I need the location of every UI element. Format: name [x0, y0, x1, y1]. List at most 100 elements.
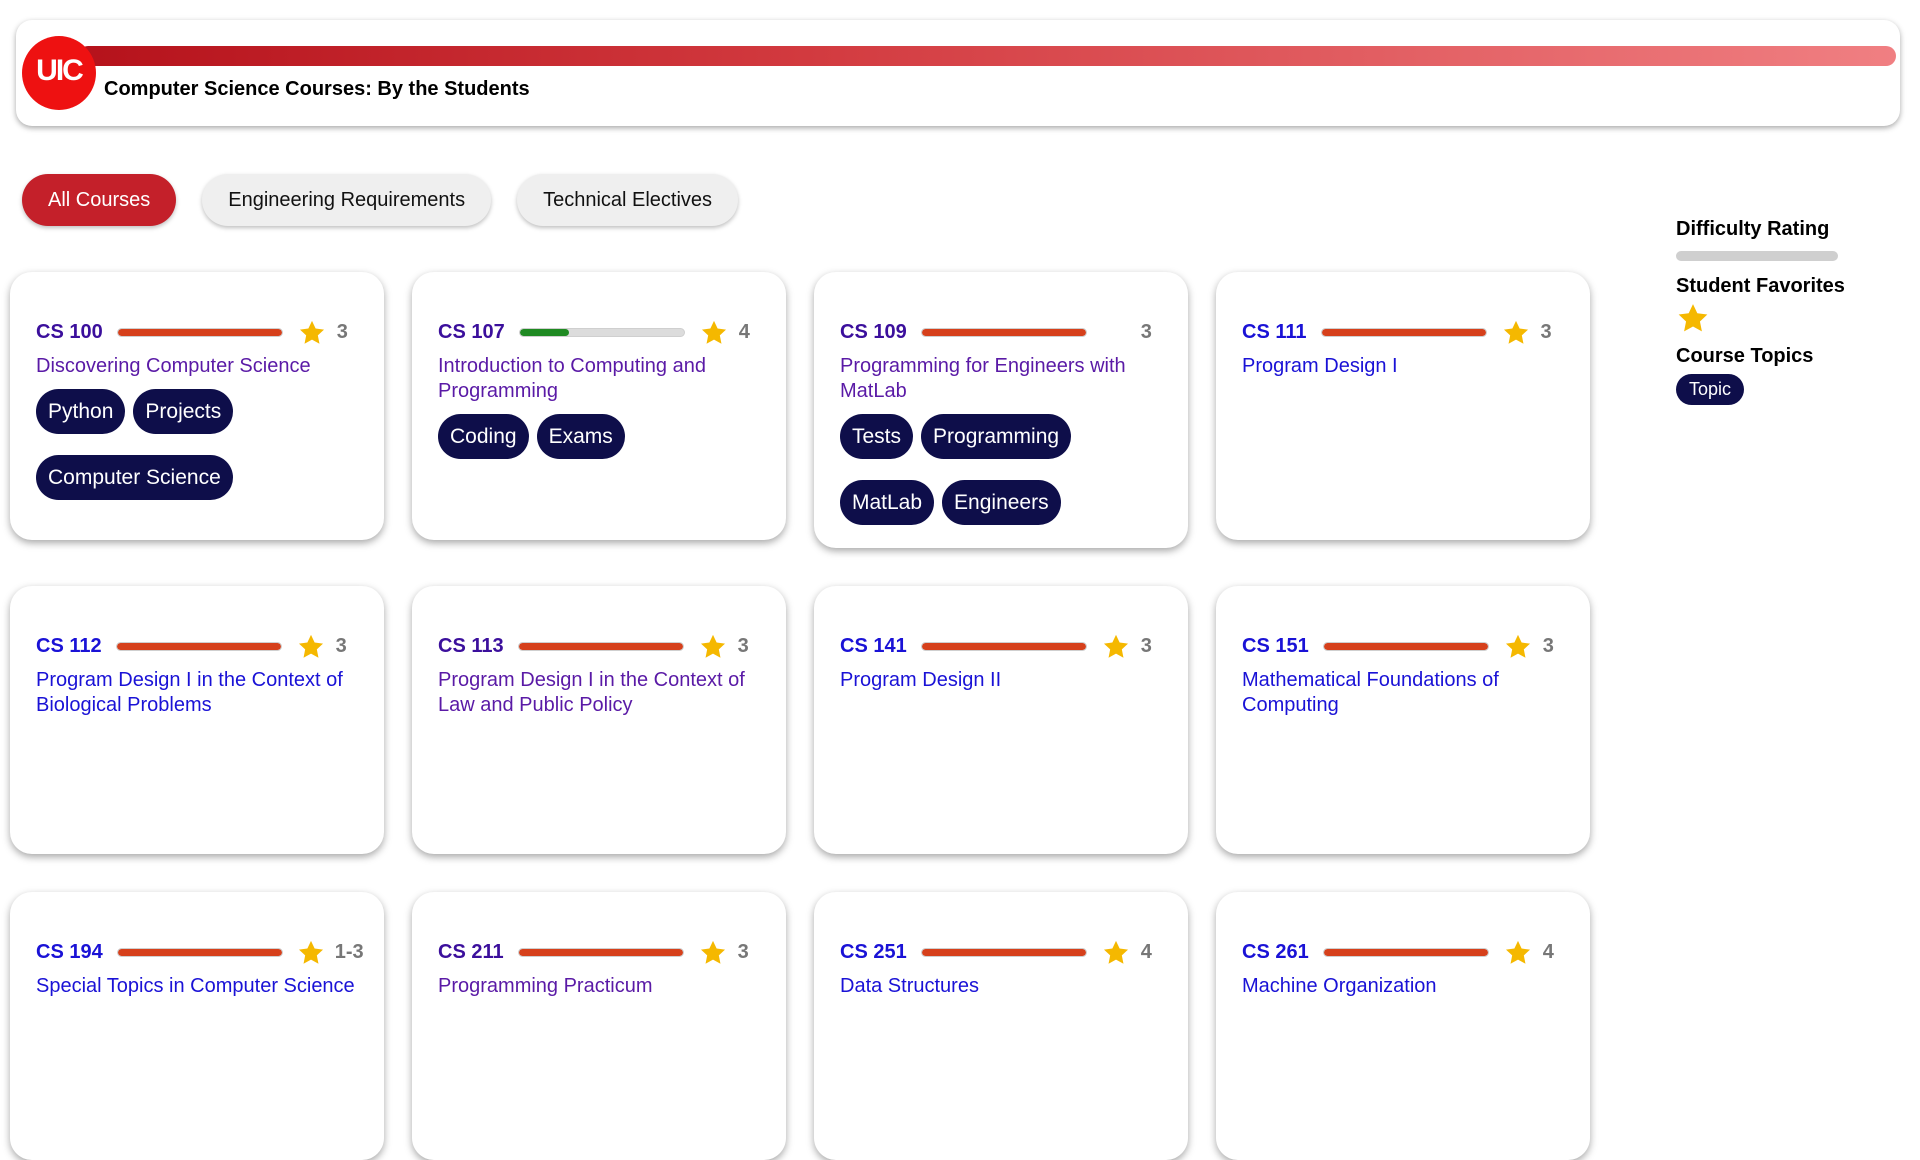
course-name-link[interactable]: Program Design I in the Context of Biolo…	[36, 668, 358, 718]
course-card[interactable]: CS 151 3 Mathematical Foundations of Compu…	[1216, 586, 1590, 854]
course-card[interactable]: CS 100 3 Discovering Computer Science Pytho…	[10, 272, 384, 540]
star-icon	[1101, 938, 1131, 966]
header-gradient-bar	[78, 46, 1896, 66]
course-name-link[interactable]: Data Structures	[840, 974, 1162, 999]
course-rating: 1-3	[334, 940, 364, 963]
course-card-header: CS 113 3	[438, 632, 760, 660]
difficulty-bar	[1322, 641, 1489, 651]
course-code[interactable]: CS 109	[840, 321, 907, 344]
course-topics: Python Projects Computer Science	[36, 389, 358, 500]
course-name-link[interactable]: Special Topics in Computer Science	[36, 974, 358, 999]
star-icon	[698, 938, 728, 966]
star-icon	[1101, 632, 1131, 660]
course-code[interactable]: CS 194	[36, 941, 103, 964]
course-card[interactable]: CS 194 1-3 Special Topics in Computer Scie…	[10, 892, 384, 1160]
difficulty-bar	[920, 327, 1087, 337]
course-code[interactable]: CS 261	[1242, 941, 1309, 964]
topic-chip: Computer Science	[36, 455, 233, 500]
difficulty-bar	[115, 641, 282, 651]
course-card-header: CS 261 4	[1242, 938, 1564, 966]
difficulty-bar-fill	[1323, 948, 1488, 956]
course-rating: 3	[1140, 634, 1152, 657]
course-card-header: CS 194 1-3	[36, 938, 364, 966]
star-icon	[296, 632, 326, 660]
course-topics: Coding Exams	[438, 414, 760, 459]
topic-chip: Projects	[133, 389, 234, 434]
star-icon	[297, 318, 327, 346]
difficulty-bar	[1322, 947, 1489, 957]
topic-chip: Tests	[840, 414, 914, 459]
course-code[interactable]: CS 112	[36, 635, 102, 658]
course-name-link[interactable]: Program Design I in the Context of Law a…	[438, 668, 760, 718]
course-card[interactable]: CS 113 3 Program Design I in the Context o…	[412, 586, 786, 854]
difficulty-bar	[1320, 327, 1487, 337]
course-card[interactable]: CS 141 3 Program Design II	[814, 586, 1188, 854]
topic-chip: MatLab	[840, 480, 935, 525]
course-card[interactable]: CS 211 3 Programming Practicum	[412, 892, 786, 1160]
course-name-link[interactable]: Program Design II	[840, 668, 1162, 693]
course-rating: 3	[1140, 320, 1152, 343]
course-code[interactable]: CS 211	[438, 941, 504, 964]
difficulty-bar-fill	[1321, 328, 1486, 336]
course-card-header: CS 112 3	[36, 632, 358, 660]
topic-chip: Exams	[536, 414, 625, 459]
course-filter-tabs: All Courses Engineering Requirements Tec…	[22, 174, 739, 226]
difficulty-bar-fill	[921, 948, 1086, 956]
page-title: Computer Science Courses: By the Student…	[104, 78, 530, 100]
course-card-header: CS 251 4	[840, 938, 1162, 966]
course-card[interactable]: CS 111 3 Program Design I	[1216, 272, 1590, 540]
star-placeholder	[1101, 318, 1131, 346]
course-card[interactable]: CS 261 4 Machine Organization	[1216, 892, 1590, 1160]
course-code[interactable]: CS 113	[438, 635, 504, 658]
course-code[interactable]: CS 111	[1242, 321, 1307, 344]
course-code[interactable]: CS 251	[840, 941, 907, 964]
course-name-link[interactable]: Mathematical Foundations of Computing	[1242, 668, 1564, 718]
difficulty-bar	[517, 947, 684, 957]
course-rating: 3	[737, 634, 749, 657]
course-card[interactable]: CS 109 3 Programming for Engineers with Ma…	[814, 272, 1188, 548]
difficulty-bar	[116, 947, 283, 957]
legend: Difficulty Rating Student Favorites Cour…	[1676, 218, 1896, 405]
topic-chip: Programming	[921, 414, 1072, 459]
difficulty-bar	[116, 327, 283, 337]
course-code[interactable]: CS 100	[36, 321, 103, 344]
difficulty-bar-fill	[518, 948, 683, 956]
uic-logo[interactable]: UIC	[22, 36, 96, 110]
course-name-link[interactable]: Introduction to Computing and Programmin…	[438, 354, 760, 404]
tab-engineering-requirements[interactable]: Engineering Requirements	[202, 174, 492, 226]
course-code[interactable]: CS 107	[438, 321, 505, 344]
difficulty-bar	[518, 327, 685, 337]
course-card-header: CS 211 3	[438, 938, 760, 966]
legend-topic-chip: Topic	[1676, 374, 1745, 405]
topic-chip: Python	[36, 389, 126, 434]
difficulty-bar-fill	[921, 328, 1086, 336]
course-card-header: CS 141 3	[840, 632, 1162, 660]
course-code[interactable]: CS 141	[840, 635, 907, 658]
legend-difficulty-heading: Difficulty Rating	[1676, 218, 1830, 240]
difficulty-bar-fill	[117, 948, 282, 956]
course-rating: 3	[335, 634, 347, 657]
course-card[interactable]: CS 107 4 Introduction to Computing and Pro…	[412, 272, 786, 540]
course-name-link[interactable]: Programming for Engineers with MatLab	[840, 354, 1162, 404]
star-icon	[1676, 302, 1896, 339]
course-name-link[interactable]: Programming Practicum	[438, 974, 760, 999]
topic-chip: Coding	[438, 414, 529, 459]
tab-technical-electives[interactable]: Technical Electives	[517, 174, 739, 226]
difficulty-bar-fill	[518, 642, 683, 650]
difficulty-bar	[920, 947, 1087, 957]
course-rating: 4	[738, 320, 750, 343]
course-card[interactable]: CS 112 3 Program Design I in the Context o…	[10, 586, 384, 854]
course-name-link[interactable]: Machine Organization	[1242, 974, 1564, 999]
course-card[interactable]: CS 251 4 Data Structures	[814, 892, 1188, 1160]
course-name-link[interactable]: Program Design I	[1242, 354, 1564, 379]
difficulty-bar	[517, 641, 684, 651]
course-name-link[interactable]: Discovering Computer Science	[36, 354, 358, 379]
tab-all-courses[interactable]: All Courses	[22, 174, 177, 226]
star-icon	[1503, 938, 1533, 966]
course-rating: 3	[1542, 634, 1554, 657]
course-rating: 3	[336, 320, 348, 343]
course-rating: 4	[1542, 940, 1554, 963]
course-code[interactable]: CS 151	[1242, 635, 1309, 658]
course-rating: 4	[1140, 940, 1152, 963]
difficulty-bar-fill	[519, 328, 569, 336]
